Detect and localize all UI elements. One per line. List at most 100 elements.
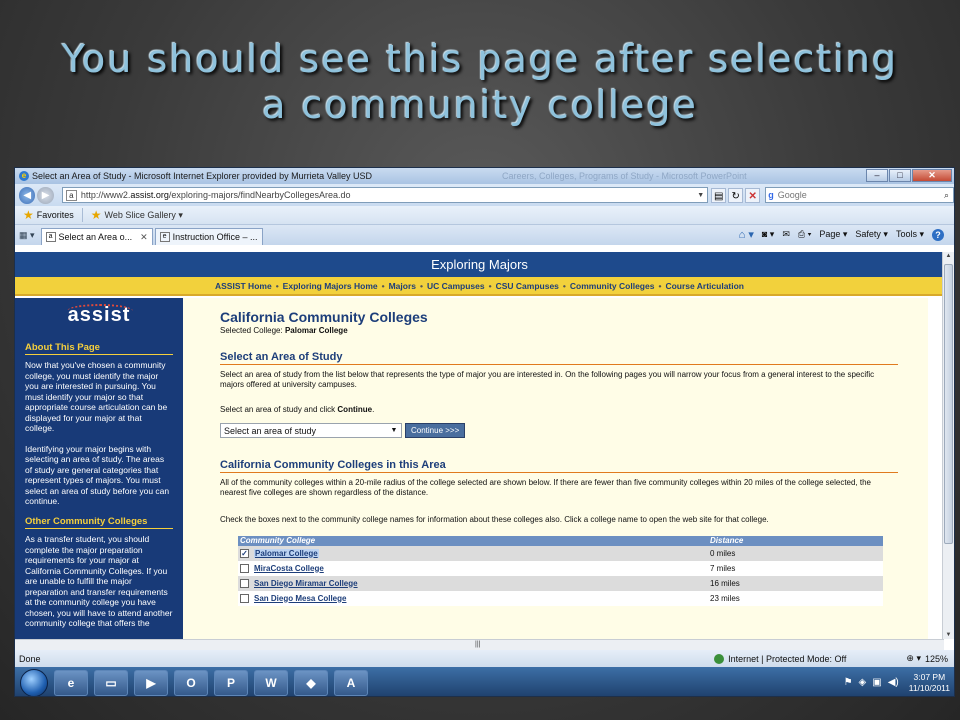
system-tray: ⚑ ◈ ▣ ◀) 3:07 PM 11/10/2011 [838, 672, 954, 694]
vertical-scrollbar[interactable]: ▲ ▼ [942, 252, 954, 639]
flag-icon[interactable]: ⚑ [844, 677, 853, 688]
scroll-up-icon[interactable]: ▲ [943, 253, 954, 259]
college-checkbox[interactable] [240, 593, 249, 603]
search-provider-label: Google [777, 190, 807, 200]
help-icon[interactable]: ? [932, 228, 944, 241]
nav-separator: • [275, 281, 279, 291]
clock[interactable]: 3:07 PM 11/10/2011 [909, 672, 950, 694]
explorer-taskbar-icon[interactable]: ▭ [94, 669, 128, 696]
back-button[interactable]: ◀ [19, 186, 36, 204]
url-prefix: http://www2. [80, 190, 131, 200]
safety-menu[interactable]: Safety ▾ [855, 229, 888, 240]
globe-icon [714, 653, 725, 664]
refresh-icon[interactable]: ↻ [728, 187, 744, 203]
checkbox-description: Check the boxes next to the community co… [220, 515, 769, 524]
college-checkbox[interactable] [240, 563, 249, 573]
nav-separator: • [658, 281, 662, 291]
minimize-button[interactable]: – [866, 169, 888, 182]
selected-college-label: Selected College: [220, 326, 283, 335]
nearby-colleges-heading: California Community Colleges in this Ar… [220, 460, 898, 473]
table-row: San Diego Mesa College 23 miles [238, 591, 883, 606]
tab-select-area[interactable]: a Select an Area o... ✕ [40, 228, 153, 245]
volume-icon[interactable]: ◀) [888, 677, 899, 688]
favorites-button[interactable]: Favorites [37, 210, 74, 220]
security-zone: Internet | Protected Mode: Off [714, 653, 846, 664]
search-box[interactable]: g Google ⌕ [765, 187, 954, 203]
search-icon[interactable]: ⌕ [944, 190, 953, 201]
clock-time: 3:07 PM [913, 671, 946, 682]
college-cell: San Diego Miramar College [238, 576, 708, 591]
tab-favicon-icon: a [45, 232, 56, 242]
select-value: Select an area of study [224, 425, 317, 436]
page-menu[interactable]: Page ▾ [819, 229, 847, 240]
zoom-level[interactable]: 125% [925, 654, 948, 664]
network-icon[interactable]: ▣ [872, 677, 881, 688]
chevron-down-icon: ▼ [390, 426, 398, 434]
window-title: Select an Area of Study - Microsoft Inte… [32, 171, 372, 181]
scroll-grip-icon[interactable]: ||| [475, 641, 480, 648]
college-link[interactable]: MiraCosta College [254, 564, 324, 573]
close-window-button[interactable]: ✕ [912, 169, 952, 182]
college-link[interactable]: San Diego Miramar College [254, 579, 358, 588]
app-taskbar-icon[interactable]: ◆ [294, 669, 328, 696]
nav-course-articulation[interactable]: Course Articulation [665, 281, 744, 291]
print-icon[interactable]: ⎙ ▾ [798, 229, 811, 240]
continue-button[interactable]: Continue >>> [405, 423, 466, 438]
address-row: ◀ ▶ a http://www2. assist.org/exploring-m… [15, 184, 954, 206]
table-row: ✓ Palomar College 0 miles [238, 546, 883, 561]
column-header-college: Community College [238, 536, 708, 546]
media-player-taskbar-icon[interactable]: ▶ [134, 669, 168, 696]
favbar-divider [81, 208, 83, 222]
start-button[interactable] [20, 668, 48, 696]
feeds-icon[interactable]: ◙ ▾ [762, 229, 774, 240]
powerpoint-taskbar-icon[interactable]: P [214, 669, 248, 696]
about-paragraph-2: Identifying your major begins with selec… [25, 443, 170, 507]
address-dropdown-icon[interactable]: ▼ [697, 192, 707, 199]
web-slice-gallery-link[interactable]: Web Slice Gallery ▾ [105, 210, 183, 221]
add-favorite-icon[interactable]: ★ [91, 208, 102, 222]
selected-college-value: Palomar College [284, 326, 348, 335]
nav-community-colleges[interactable]: Community Colleges [570, 281, 655, 291]
mail-icon[interactable]: ✉ [782, 229, 790, 240]
assist-logo[interactable]: assist [25, 304, 173, 325]
favorites-star-icon: ★ [23, 208, 34, 222]
acrobat-taskbar-icon[interactable]: A [334, 669, 368, 696]
home-icon[interactable]: ⌂ ▾ [739, 228, 754, 241]
nav-separator: • [562, 281, 566, 291]
nav-uc-campuses[interactable]: UC Campuses [427, 281, 485, 291]
college-checkbox[interactable] [240, 578, 249, 588]
forward-button[interactable]: ▶ [37, 186, 54, 204]
college-checkbox-checked[interactable]: ✓ [240, 548, 249, 558]
tools-menu[interactable]: Tools ▾ [896, 229, 924, 240]
about-heading: About This Page [25, 342, 173, 355]
compatibility-icon[interactable]: ▤ [711, 187, 727, 203]
url-path: /exploring-majors/findNearbyCollegesArea… [168, 190, 351, 200]
maximize-button[interactable]: □ [889, 169, 911, 182]
quick-tabs-icon[interactable]: ▦ ▾ [19, 230, 35, 241]
outlook-taskbar-icon[interactable]: O [174, 669, 208, 696]
nav-exploring-majors-home[interactable]: Exploring Majors Home [283, 281, 378, 291]
column-header-distance: Distance [708, 536, 883, 546]
other-colleges-paragraph: As a transfer student, you should comple… [25, 534, 173, 628]
college-link[interactable]: Palomar College [254, 548, 319, 558]
close-tab-icon[interactable]: ✕ [140, 232, 148, 243]
nav-assist-home[interactable]: ASSIST Home [215, 281, 272, 291]
tab-instruction-office[interactable]: e Instruction Office – ... [154, 228, 263, 245]
area-of-study-select[interactable]: Select an area of study ▼ [220, 423, 402, 438]
shield-icon[interactable]: ◈ [859, 677, 867, 688]
word-taskbar-icon[interactable]: W [254, 669, 288, 696]
college-link[interactable]: San Diego Mesa College [254, 594, 346, 603]
scroll-thumb[interactable] [944, 264, 953, 544]
horizontal-scrollbar[interactable]: ||| [15, 639, 944, 650]
stop-icon[interactable]: ✕ [745, 187, 761, 203]
tab-label: Instruction Office – ... [172, 232, 258, 242]
zoom-icon[interactable]: ⊕ ▾ [906, 653, 921, 664]
nav-majors[interactable]: Majors [389, 281, 416, 291]
scroll-down-icon[interactable]: ▼ [943, 632, 954, 638]
nav-csu-campuses[interactable]: CSU Campuses [496, 281, 559, 291]
ie-taskbar-icon[interactable]: e [54, 669, 88, 696]
site-nav: ASSIST Home • Exploring Majors Home • Majors… [15, 277, 944, 296]
area-instruction: Select an area of study and click Contin… [220, 405, 898, 415]
address-bar[interactable]: a http://www2. assist.org/exploring-major… [61, 187, 709, 203]
other-colleges-heading: Other Community Colleges [25, 516, 173, 529]
